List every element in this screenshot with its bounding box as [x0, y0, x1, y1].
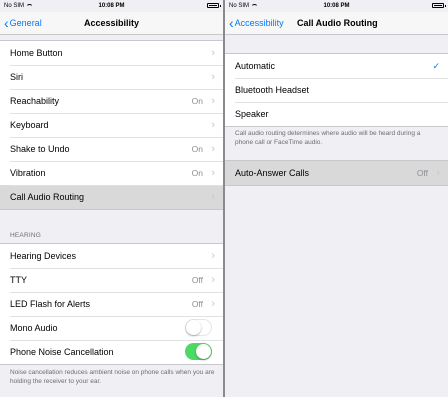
row-hearing-devices[interactable]: Hearing Devices ›: [0, 244, 223, 268]
row-label: Home Button: [10, 48, 63, 58]
row-tty[interactable]: TTY Off ›: [0, 268, 223, 292]
row-shake-to-undo[interactable]: Shake to Undo On ›: [0, 137, 223, 161]
settings-group-hearing: Hearing Devices › TTY Off › LED Flash for A…: [0, 243, 223, 365]
chevron-right-icon: ›: [211, 298, 215, 310]
toggle-knob: [196, 344, 211, 359]
routing-options-group: Automatic ✓ Bluetooth Headset Speaker: [225, 53, 448, 127]
noise-cancellation-footer: Noise cancellation reduces ambient noise…: [10, 369, 215, 385]
option-label: Speaker: [235, 109, 269, 119]
row-label: Call Audio Routing: [10, 192, 85, 202]
row-home-button[interactable]: Home Button ›: [0, 41, 223, 65]
row-label: LED Flash for Alerts: [10, 299, 91, 309]
row-label: TTY: [10, 275, 27, 285]
row-label: Siri: [10, 72, 23, 82]
battery-icon: [432, 3, 446, 8]
chevron-right-icon: ›: [211, 143, 215, 155]
row-vibration[interactable]: Vibration On ›: [0, 161, 223, 185]
chevron-right-icon: ›: [211, 191, 215, 203]
noise-cancellation-toggle[interactable]: [185, 343, 212, 360]
status-bar: No SIM 10:08 PM: [0, 0, 223, 12]
row-reachability[interactable]: Reachability On ›: [0, 89, 223, 113]
row-value: Off: [191, 299, 203, 309]
option-label: Bluetooth Headset: [235, 85, 310, 95]
option-automatic[interactable]: Automatic ✓: [225, 54, 448, 78]
row-label: Keyboard: [10, 120, 49, 130]
chevron-right-icon: ›: [211, 250, 215, 262]
row-siri[interactable]: Siri ›: [0, 65, 223, 89]
call-audio-routing-screen: No SIM 10:08 PM ‹ Accessibility Call Audi…: [225, 0, 448, 397]
page-title: Accessibility: [83, 18, 140, 28]
chevron-right-icon: ›: [436, 167, 440, 179]
back-label: Accessibility: [234, 18, 284, 28]
row-auto-answer-calls[interactable]: Auto-Answer Calls Off ›: [225, 161, 448, 185]
row-label: Auto-Answer Calls: [235, 168, 310, 178]
battery-icon: [207, 3, 221, 8]
row-phone-noise-cancellation: Phone Noise Cancellation: [0, 340, 223, 364]
chevron-left-icon: ‹: [229, 15, 234, 31]
chevron-right-icon: ›: [211, 119, 215, 131]
row-label: Vibration: [10, 168, 46, 178]
row-label: Mono Audio: [10, 323, 58, 333]
option-label: Automatic: [235, 61, 276, 71]
row-mono-audio: Mono Audio: [0, 316, 223, 340]
option-speaker[interactable]: Speaker: [225, 102, 448, 126]
row-value: Off: [191, 275, 203, 285]
checkmark-icon: ✓: [432, 61, 440, 71]
nav-bar: ‹ Accessibility Call Audio Routing: [225, 12, 448, 35]
status-bar: No SIM 10:08 PM: [225, 0, 448, 12]
nav-bar: ‹ General Accessibility: [0, 12, 223, 35]
chevron-right-icon: ›: [211, 47, 215, 59]
clock: 10:08 PM: [98, 3, 125, 9]
row-value: On: [191, 168, 203, 178]
page-title: Call Audio Routing: [297, 18, 378, 28]
toggle-knob: [186, 320, 201, 335]
row-value: On: [191, 96, 203, 106]
row-call-audio-routing[interactable]: Call Audio Routing ›: [0, 185, 223, 209]
row-label: Reachability: [10, 96, 60, 106]
row-value: On: [191, 144, 203, 154]
auto-answer-group: Auto-Answer Calls Off ›: [225, 160, 448, 186]
row-keyboard[interactable]: Keyboard ›: [0, 113, 223, 137]
row-label: Hearing Devices: [10, 251, 77, 261]
option-bluetooth-headset[interactable]: Bluetooth Headset: [225, 78, 448, 102]
routing-footer: Call audio routing determines where audi…: [235, 130, 421, 146]
accessibility-screen: No SIM 10:08 PM ‹ General Accessibility H…: [0, 0, 223, 397]
row-label: Phone Noise Cancellation: [10, 347, 114, 357]
chevron-right-icon: ›: [211, 167, 215, 179]
row-label: Shake to Undo: [10, 144, 70, 154]
chevron-right-icon: ›: [211, 71, 215, 83]
row-value: Off: [416, 168, 428, 178]
clock: 10:08 PM: [323, 3, 350, 9]
chevron-right-icon: ›: [211, 95, 215, 107]
row-led-flash[interactable]: LED Flash for Alerts Off ›: [0, 292, 223, 316]
settings-group-general: Home Button › Siri › Reachability On › Keybo…: [0, 40, 223, 210]
back-button[interactable]: ‹ Accessibility: [229, 12, 284, 34]
chevron-right-icon: ›: [211, 274, 215, 286]
mono-audio-toggle[interactable]: [185, 319, 212, 336]
section-header-hearing: HEARING: [10, 232, 42, 239]
